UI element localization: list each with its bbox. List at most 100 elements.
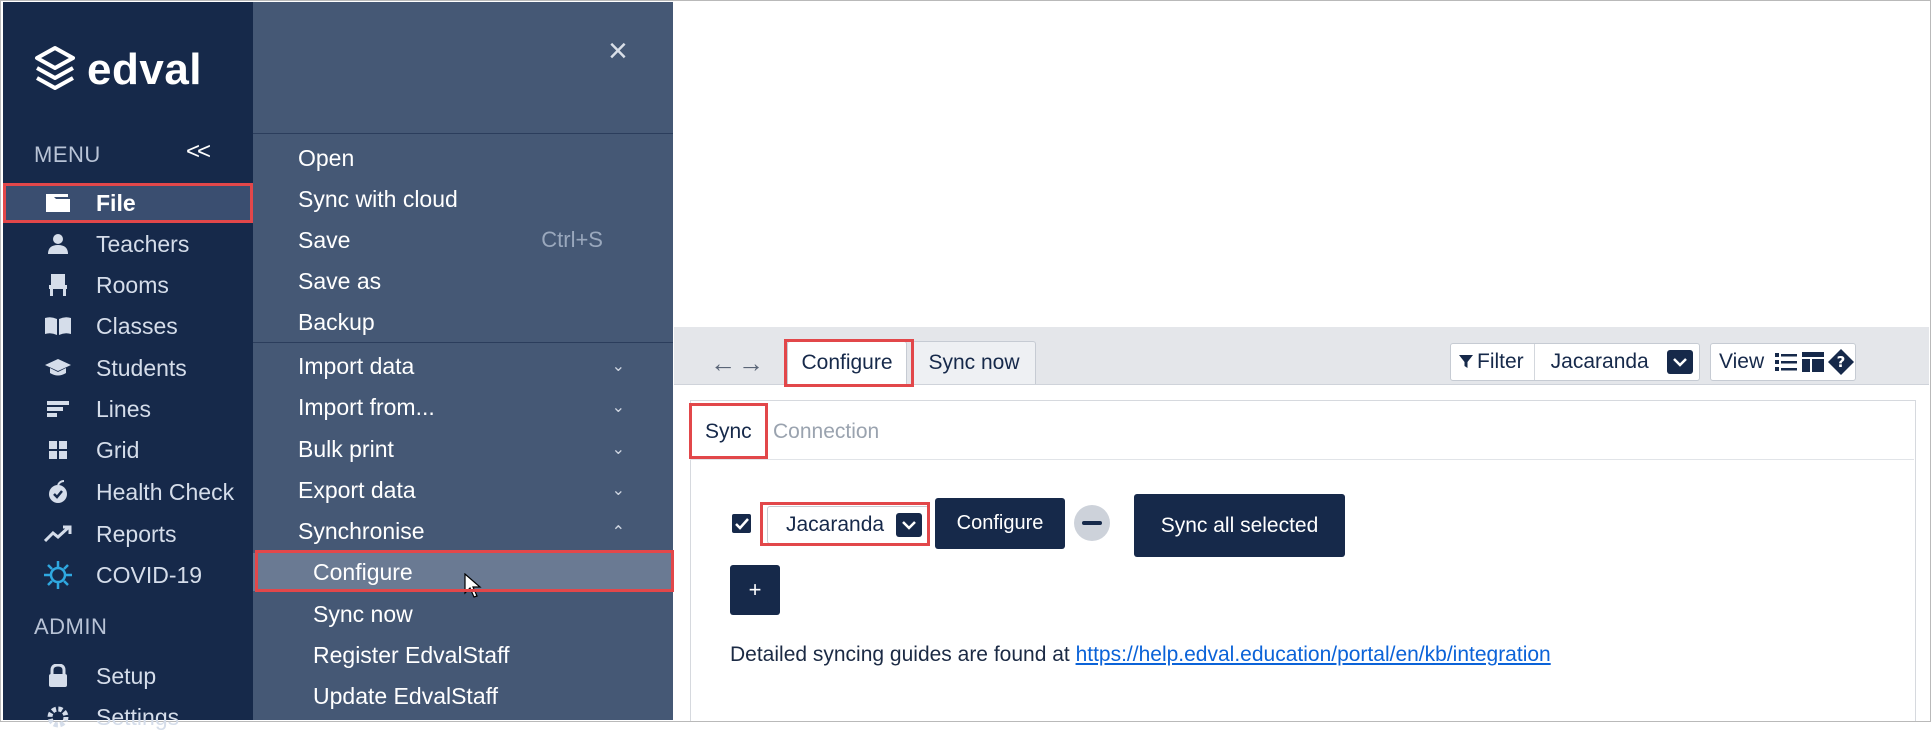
guide-text: Detailed syncing guides are found at htt… — [730, 643, 1551, 667]
svg-text:?: ? — [1837, 353, 1846, 371]
help-icon[interactable]: ? — [1827, 347, 1855, 377]
sidebar-item-health-check[interactable]: Health Check — [3, 472, 253, 512]
menu-item-sync-with-cloud[interactable]: Sync with cloud — [253, 180, 673, 218]
sidebar-item-label: COVID-19 — [96, 561, 203, 588]
filter-value: Jacaranda — [1550, 350, 1649, 373]
menu-item-bulk-print[interactable]: Bulk print ⌄ — [253, 430, 673, 468]
save-shortcut: Ctrl+S — [541, 227, 603, 252]
menu-item-backup[interactable]: Backup — [253, 303, 673, 341]
sync-all-selected-button[interactable]: Sync all selected — [1134, 494, 1345, 557]
trend-icon — [43, 522, 73, 546]
minus-icon — [1082, 521, 1102, 525]
menu-item-synchronise[interactable]: Synchronise ⌃ — [253, 512, 673, 550]
provider-value: Jacaranda — [786, 513, 885, 536]
chevron-down-icon: ⌄ — [611, 399, 625, 416]
sidebar-item-label: Lines — [96, 395, 151, 422]
sidebar-item-label: File — [96, 189, 136, 216]
list-view-icon[interactable] — [1772, 347, 1799, 377]
view-label[interactable]: View — [1711, 350, 1772, 374]
sidebar-item-label: Students — [96, 354, 187, 381]
menu-item-label: Register EdvalStaff — [313, 641, 510, 668]
menu-item-label: Configure — [313, 558, 413, 585]
menu-item-label: Import from... — [298, 393, 435, 420]
sidebar-item-reports[interactable]: Reports — [3, 514, 253, 554]
sidebar-item-label: Grid — [96, 436, 140, 463]
content-blank-area — [674, 2, 1929, 327]
sidebar-item-label: Settings — [96, 703, 180, 730]
close-icon[interactable]: × — [608, 34, 628, 68]
sidebar-item-covid-19[interactable]: COVID-19 — [3, 555, 253, 595]
sidebar-item-setup[interactable]: Setup — [3, 656, 253, 696]
sidebar-item-label: Health Check — [96, 478, 235, 505]
menu-item-label: Sync now — [313, 600, 413, 627]
table-view-icon[interactable] — [1800, 347, 1827, 377]
sidebar-item-grid[interactable]: Grid — [3, 430, 253, 470]
menu-divider — [253, 342, 673, 343]
brand-name: edval — [87, 45, 203, 94]
person-icon — [43, 232, 73, 256]
sidebar-item-students[interactable]: Students — [3, 348, 253, 388]
menu-item-save[interactable]: Save Ctrl+S — [253, 221, 673, 259]
provider-checkbox[interactable] — [732, 514, 751, 533]
subtab-connection[interactable]: Connection — [773, 412, 879, 452]
sidebar-item-rooms[interactable]: Rooms — [3, 265, 253, 305]
back-arrow-icon[interactable]: ← — [710, 348, 736, 379]
gear-icon — [43, 705, 73, 729]
edval-logo[interactable]: edval — [33, 44, 202, 96]
menu-item-label: Sync with cloud — [298, 185, 458, 212]
file-menu-panel: × Open Sync with cloud Save Ctrl+S Save … — [253, 2, 673, 720]
chevron-down-icon — [896, 513, 922, 537]
chevron-up-icon: ⌃ — [611, 524, 625, 541]
forward-arrow-icon[interactable]: → — [738, 348, 764, 379]
menu-item-label: Update EdvalStaff — [313, 682, 498, 709]
menu-item-label: Export data — [298, 476, 416, 503]
menu-item-sync-now[interactable]: Sync now — [253, 595, 673, 633]
menu-item-save-as[interactable]: Save as — [253, 262, 673, 300]
folder-icon — [43, 191, 73, 215]
guide-prefix: Detailed syncing guides are found at — [730, 643, 1076, 666]
filter-control: Filter Jacaranda — [1450, 343, 1700, 381]
menu-item-export-data[interactable]: Export data ⌄ — [253, 471, 673, 509]
collapse-sidebar-button[interactable]: << — [186, 138, 211, 166]
filter-button[interactable]: Filter — [1451, 344, 1535, 380]
menu-item-label: Synchronise — [298, 517, 425, 544]
add-provider-button[interactable]: + — [730, 565, 780, 615]
sidebar-item-classes[interactable]: Classes — [3, 306, 253, 346]
sidebar-item-lines[interactable]: Lines — [3, 389, 253, 429]
chair-icon — [43, 273, 73, 297]
check-icon — [734, 517, 749, 530]
virus-icon — [43, 561, 73, 589]
menu-divider — [253, 133, 673, 134]
menu-item-import-from[interactable]: Import from... ⌄ — [253, 388, 673, 426]
admin-section-label: ADMIN — [34, 614, 108, 639]
subtab-sync[interactable]: Sync — [705, 412, 752, 452]
configure-button[interactable]: Configure — [935, 498, 1065, 549]
apple-icon — [43, 480, 73, 504]
guide-link[interactable]: https://help.edval.education/portal/en/k… — [1076, 643, 1551, 666]
filter-label: Filter — [1477, 350, 1524, 373]
tab-configure[interactable]: Configure — [787, 341, 907, 384]
sidebar-item-file[interactable]: File — [3, 183, 253, 223]
menu-item-label: Save — [298, 226, 351, 253]
chevron-down-icon: ⌄ — [611, 482, 625, 499]
sidebar-item-teachers[interactable]: Teachers — [3, 224, 253, 264]
tab-sync-now[interactable]: Sync now — [912, 341, 1036, 384]
menu-item-label: Import data — [298, 352, 415, 379]
filter-select[interactable]: Jacaranda — [1535, 350, 1699, 374]
provider-select[interactable]: Jacaranda — [767, 506, 929, 544]
lock-icon — [43, 664, 73, 688]
menu-item-register-edvalstaff[interactable]: Register EdvalStaff — [253, 636, 673, 674]
menu-item-label: Bulk print — [298, 435, 394, 462]
menu-item-update-edvalstaff[interactable]: Update EdvalStaff — [253, 677, 673, 715]
menu-item-import-data[interactable]: Import data ⌄ — [253, 347, 673, 385]
menu-item-open[interactable]: Open — [253, 139, 673, 177]
chevron-down-icon — [1667, 350, 1693, 374]
menu-item-label: Save as — [298, 267, 382, 294]
menu-item-configure[interactable]: Configure — [253, 553, 673, 598]
remove-provider-button[interactable] — [1074, 505, 1110, 541]
book-icon — [43, 314, 73, 338]
sidebar-item-label: Setup — [96, 662, 157, 689]
view-control: View ? — [1710, 343, 1856, 381]
lines-icon — [43, 397, 73, 421]
sidebar-item-settings[interactable]: Settings — [3, 697, 253, 737]
